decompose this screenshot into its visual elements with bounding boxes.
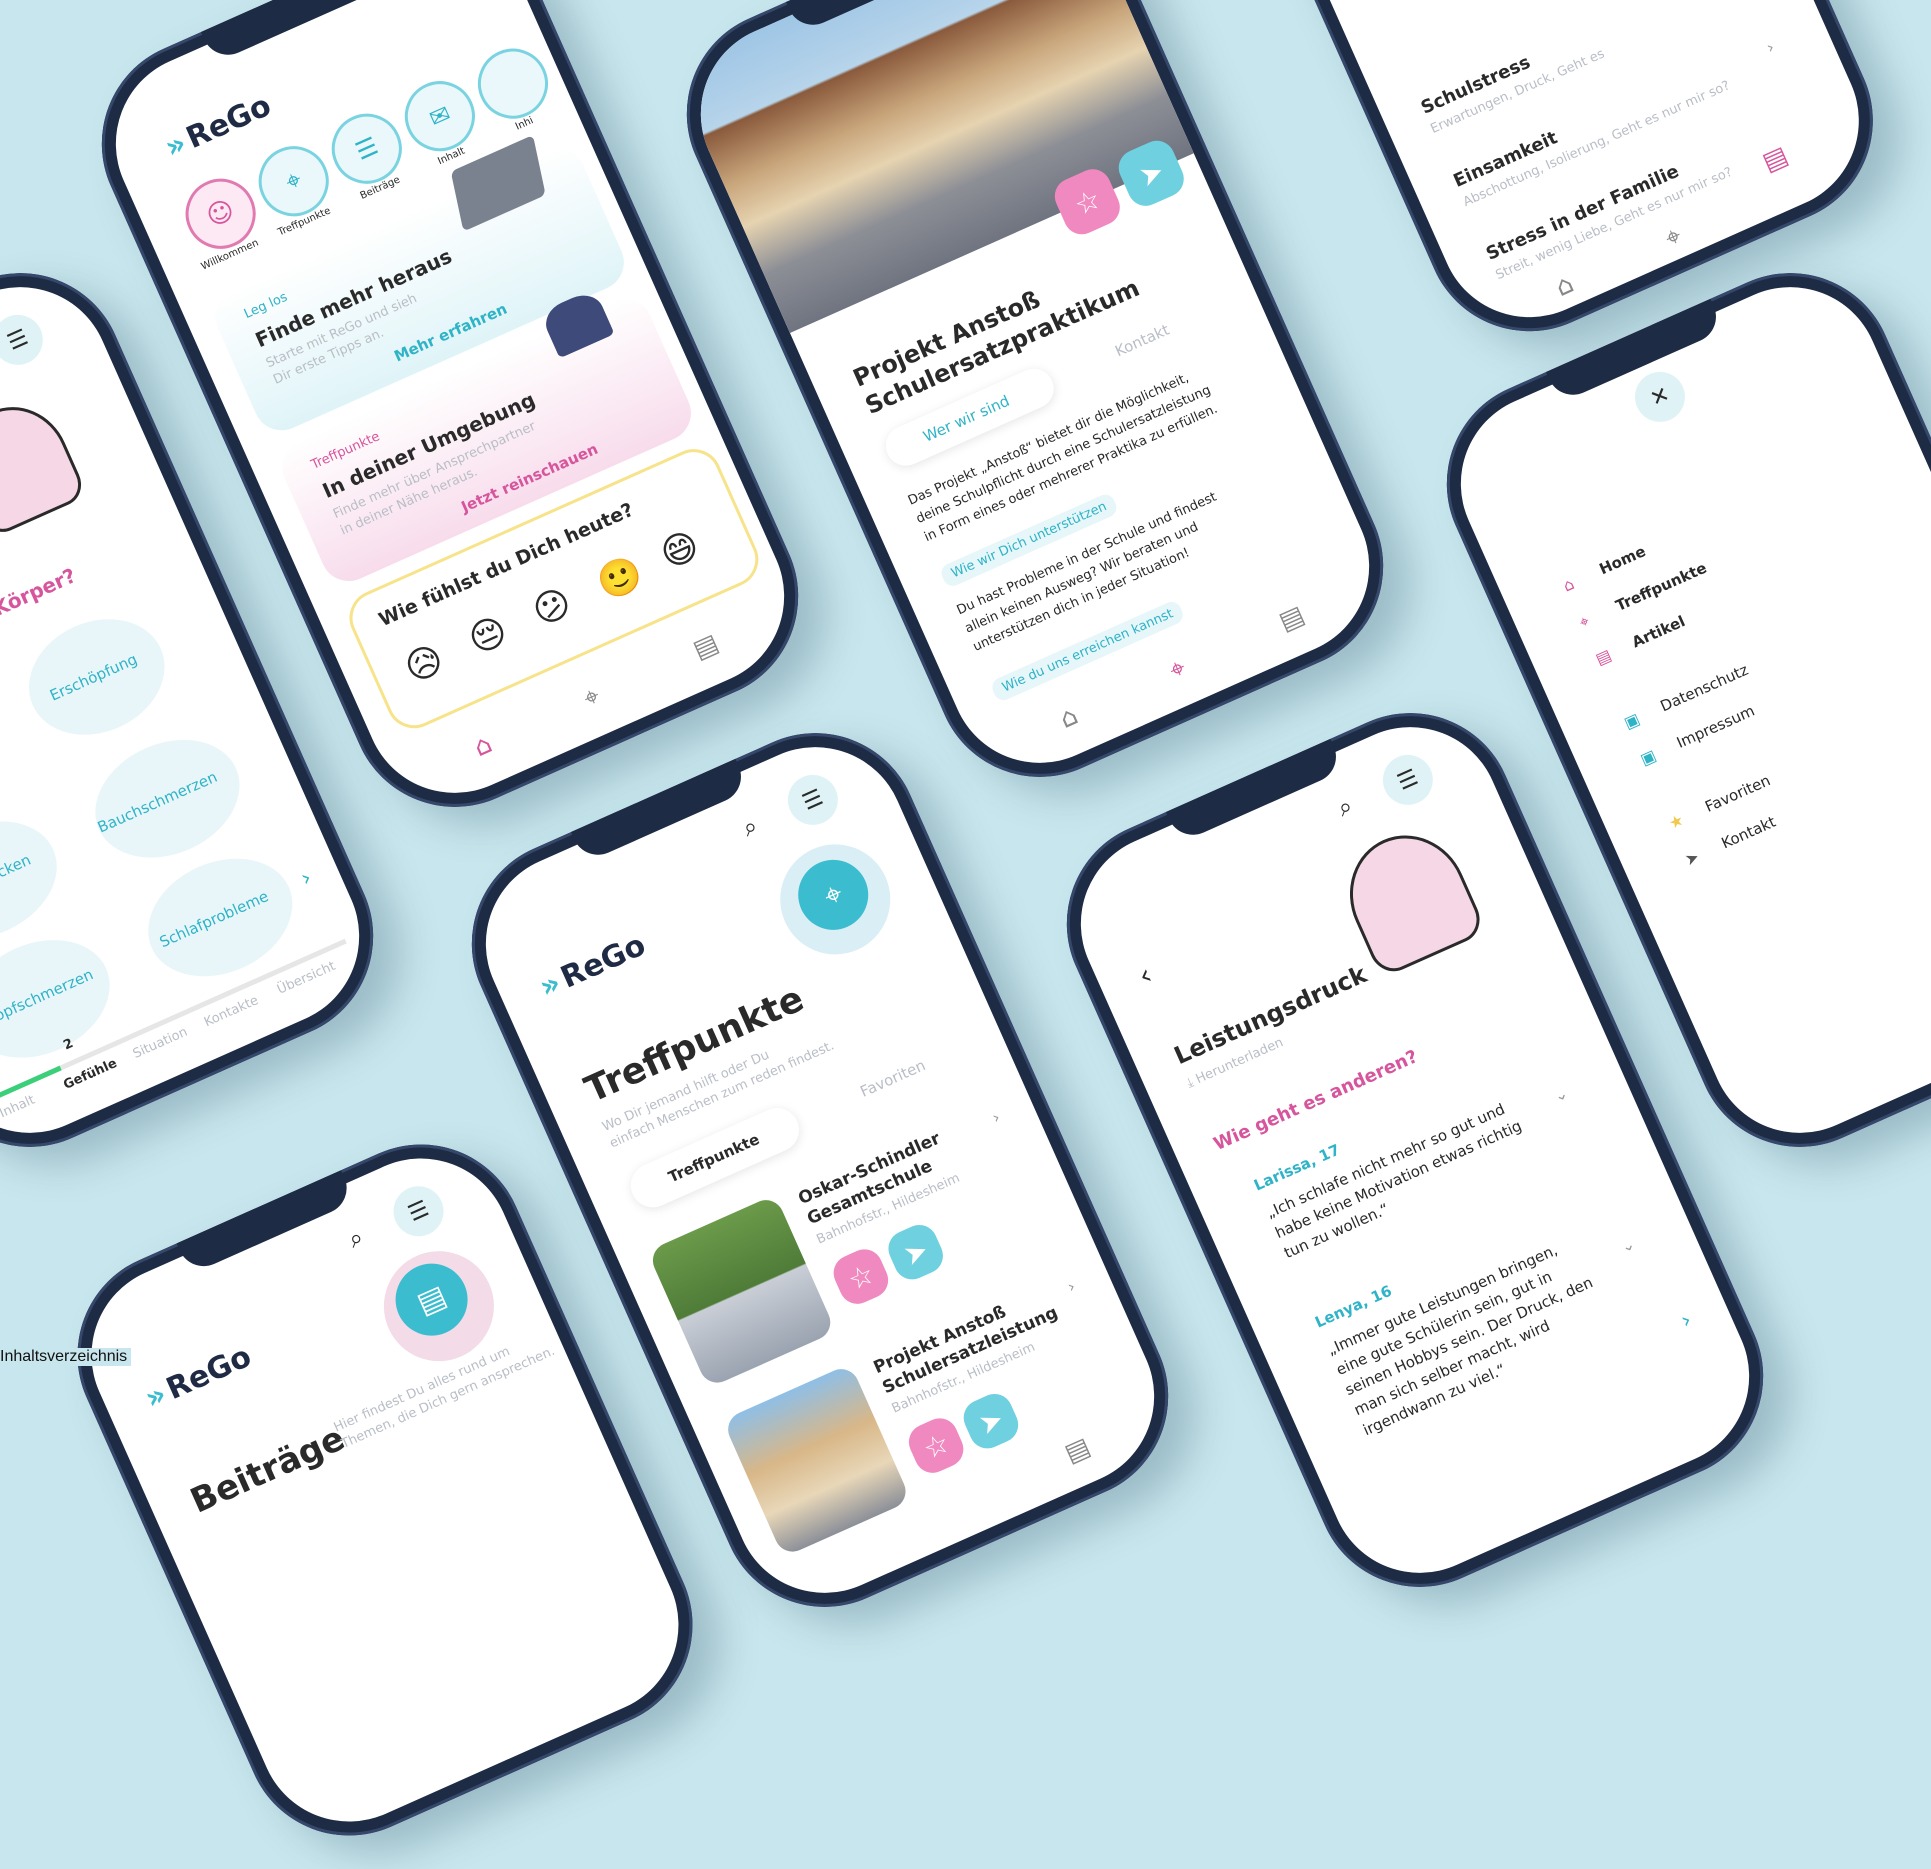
send-icon: ➤ — [1682, 847, 1702, 870]
location-icon[interactable]: ⌖ — [1165, 653, 1191, 687]
menu-item-favoriten[interactable]: Favoriten — [1702, 771, 1773, 816]
close-icon[interactable]: ✕ — [1627, 364, 1693, 430]
tab-inhi[interactable] — [467, 37, 559, 129]
chevron-right-icon[interactable]: › — [297, 865, 315, 891]
chevron-down-icon[interactable]: ⌄ — [1551, 1083, 1571, 1106]
home-icon[interactable]: ⌂ — [1551, 269, 1578, 303]
menu-item-artikel[interactable]: Artikel — [1629, 612, 1688, 651]
menu-item-impressum[interactable]: Impressum — [1674, 702, 1757, 752]
article-icon: ▤ — [1593, 645, 1615, 669]
chevron-right-icon[interactable]: › — [1677, 1308, 1695, 1334]
progress-tab[interactable]: Inhalt — [0, 1093, 37, 1122]
tab-label: Treffpunkte — [666, 1130, 763, 1186]
chip-bg — [0, 799, 76, 961]
tab-favoriten[interactable]: Favoriten — [857, 1056, 928, 1101]
page-title: Beiträge — [185, 1418, 351, 1521]
chevron-right-icon[interactable]: › — [1763, 37, 1777, 57]
search-icon[interactable]: ⌕ — [738, 811, 762, 842]
privacy-icon: ▣ — [1621, 709, 1643, 733]
laptop-illustration — [451, 135, 546, 232]
menu-item-home[interactable]: Home — [1597, 542, 1649, 578]
chevron-right-icon[interactable]: › — [989, 1107, 1003, 1127]
menu-item-kontakt[interactable]: Kontakt — [1719, 813, 1779, 853]
mood-emoji-sad[interactable]: 😥 — [399, 638, 450, 691]
back-icon[interactable]: ‹ — [1133, 958, 1157, 993]
document-icon[interactable]: ▤ — [1758, 141, 1793, 178]
search-icon[interactable]: ⌕ — [1333, 791, 1357, 822]
mood-emoji-pensive[interactable]: 😔 — [463, 610, 514, 663]
document-icon[interactable]: ▤ — [689, 628, 724, 665]
phone-projekt: ☆ ➤ Projekt Anstoß Schulersatzpraktikum … — [654, 0, 1417, 810]
brand-logo: »ReGo — [140, 1339, 257, 1417]
caption-label: Inhaltsverzeichnis — [0, 1348, 131, 1366]
favorite-button[interactable]: ☆ — [903, 1413, 969, 1479]
menu-icon[interactable]: ☰ — [1375, 747, 1441, 813]
document-icon[interactable]: ▤ — [1060, 1432, 1095, 1469]
home-icon[interactable]: ⌂ — [469, 729, 496, 763]
location-icon[interactable]: ⌖ — [579, 681, 605, 715]
imprint-icon: ▣ — [1637, 746, 1659, 770]
tab-label: Wer wir sind — [920, 392, 1012, 446]
menu-icon[interactable]: ☰ — [0, 307, 51, 373]
menu-icon[interactable]: ☰ — [386, 1178, 452, 1244]
projekt-screen: ☆ ➤ Projekt Anstoß Schulersatzpraktikum … — [672, 0, 1398, 792]
search-icon[interactable]: ⌕ — [344, 1223, 368, 1254]
quote-text: habe keine Motivation etwas richtig — [1272, 1117, 1524, 1242]
send-button[interactable]: ➤ — [958, 1388, 1024, 1454]
menu-icon[interactable]: ☰ — [780, 767, 846, 833]
mood-emoji-confused[interactable]: 😕 — [527, 581, 578, 634]
mood-emoji-grin[interactable]: 😄 — [655, 524, 706, 577]
favorite-button[interactable]: ☆ — [828, 1244, 894, 1310]
mood-emoji-smile[interactable]: 🙂 — [591, 550, 649, 607]
place-photo — [647, 1194, 836, 1388]
tab-inhalt[interactable]: ✉ — [394, 70, 486, 162]
home-icon: ⌂ — [1560, 574, 1577, 595]
brand-logo: »ReGo — [160, 88, 277, 166]
home-icon[interactable]: ⌂ — [1055, 701, 1082, 735]
tab-kontakt[interactable]: Kontakt — [1112, 321, 1172, 361]
chevron-down-icon[interactable]: ⌄ — [1618, 1234, 1638, 1257]
star-icon: ★ — [1666, 810, 1687, 833]
send-button[interactable]: ➤ — [883, 1219, 949, 1285]
location-icon[interactable]: ⌖ — [1661, 221, 1687, 255]
stress-illustration — [0, 390, 88, 539]
brand-logo: »ReGo — [534, 928, 651, 1006]
pin-icon: ⌖ — [1576, 611, 1592, 633]
chevron-right-icon[interactable]: › — [1064, 1276, 1078, 1296]
document-icon[interactable]: ▤ — [1274, 600, 1309, 637]
place-photo — [722, 1363, 911, 1557]
stress-illustration — [1330, 817, 1487, 979]
